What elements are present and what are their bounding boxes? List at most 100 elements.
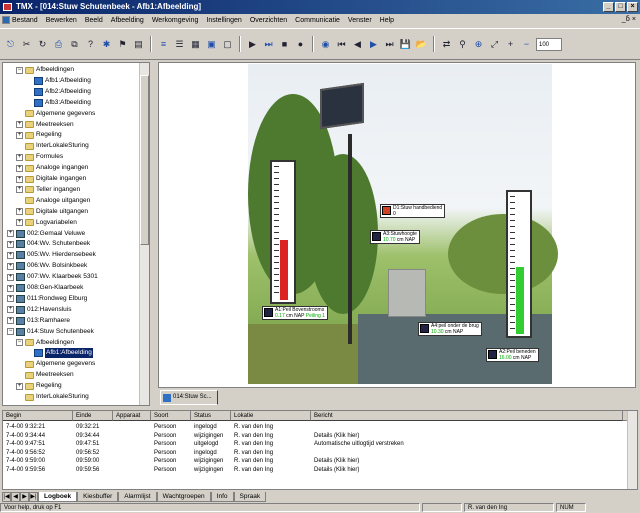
- menu-bestand[interactable]: Bestand: [12, 17, 38, 24]
- tree-item[interactable]: Algemene gegevens: [16, 109, 95, 119]
- table-row[interactable]: 7-4-00 9:34:44 09:34:44 Persoon wijzigingen…: [3, 432, 623, 440]
- help-icon[interactable]: ?: [84, 38, 97, 51]
- tab-logboek[interactable]: Logboek: [38, 492, 78, 502]
- crest-height-label[interactable]: A3:Stuwhoogte 10.70 cm NAP: [370, 230, 420, 244]
- zoom-field[interactable]: 100: [536, 37, 562, 51]
- window-icon[interactable]: ▢: [221, 38, 234, 51]
- tree-item[interactable]: + Teller ingangen: [16, 185, 80, 195]
- menu-communicatie[interactable]: Communicatie: [295, 17, 340, 24]
- tree-item[interactable]: +012:Havensluis: [7, 305, 71, 315]
- collapse-icon[interactable]: −: [16, 339, 23, 346]
- tree-item[interactable]: + Logvariabelen: [16, 218, 77, 228]
- table-row[interactable]: 7-4-00 9:32:21 09:32:21 Persoon ingelogd R. …: [3, 423, 623, 431]
- collapse-icon[interactable]: −: [7, 328, 14, 336]
- tab-scroll-button[interactable]: ▶|: [29, 492, 38, 502]
- next-icon[interactable]: ▶: [367, 38, 380, 51]
- tools-icon[interactable]: ✱: [100, 38, 113, 51]
- tab-scroll-button[interactable]: ◀: [11, 492, 20, 502]
- expand-icon[interactable]: +: [7, 251, 14, 259]
- menu-overzichten[interactable]: Overzichten: [250, 17, 287, 24]
- tree-item[interactable]: +002:Gemaal Veluwe: [7, 229, 85, 239]
- tree-item[interactable]: +006:Wv. Bolsinkbeek: [7, 261, 87, 271]
- first-icon[interactable]: ⏮: [335, 38, 348, 51]
- maximize-button[interactable]: □: [615, 2, 626, 12]
- column-header-einde[interactable]: Einde: [73, 411, 113, 421]
- tree-item[interactable]: +007:Wv. Klaarbeek 5301: [7, 272, 98, 282]
- last-icon[interactable]: ⏭: [383, 38, 396, 51]
- expand-icon[interactable]: +: [16, 208, 23, 216]
- expand-icon[interactable]: +: [16, 382, 23, 390]
- expand-icon[interactable]: +: [7, 306, 14, 314]
- expand-icon[interactable]: +: [16, 131, 23, 139]
- menu-venster[interactable]: Venster: [348, 17, 372, 24]
- tree-item[interactable]: + Digitale ingangen: [16, 174, 86, 184]
- open-icon[interactable]: 📂: [415, 38, 428, 51]
- preview-icon[interactable]: ⧉: [68, 38, 81, 51]
- expand-icon[interactable]: +: [16, 153, 23, 161]
- mdi-window-controls[interactable]: _ẟ ×: [622, 15, 636, 23]
- table-row[interactable]: 7-4-00 9:56:52 09:56:52 Persoon ingelogd R. …: [3, 449, 623, 457]
- zoom-icon[interactable]: ⊕: [472, 38, 485, 51]
- tree-item[interactable]: +013:Ramhaere: [7, 316, 70, 326]
- menu-instellingen[interactable]: Instellingen: [206, 17, 241, 24]
- table-row[interactable]: 7-4-00 9:59:00 09:59:00 Persoon wijzigingen…: [3, 457, 623, 465]
- tree-item[interactable]: − Afbeeldingen: [16, 65, 74, 75]
- expand-icon[interactable]: +: [7, 317, 14, 325]
- tree-item[interactable]: + Regeling: [16, 130, 62, 140]
- tree-item[interactable]: +005:Wv. Hierdensebeek: [7, 250, 96, 260]
- column-header-status[interactable]: Status: [191, 411, 231, 421]
- play-icon[interactable]: ▶: [246, 38, 259, 51]
- expand-icon[interactable]: +: [7, 262, 14, 270]
- expand-icon[interactable]: +: [16, 175, 23, 183]
- expand-icon[interactable]: +: [7, 284, 14, 292]
- tree-item[interactable]: +004:Wv. Schutenbeek: [7, 239, 90, 249]
- minimize-button[interactable]: _: [603, 2, 614, 12]
- expand-icon[interactable]: +: [16, 164, 23, 172]
- stop-icon[interactable]: ■: [278, 38, 291, 51]
- tree-item[interactable]: Afb3:Afbeelding: [25, 98, 91, 108]
- document-tab[interactable]: 014:Stuw Sc...: [160, 390, 218, 405]
- tree-item[interactable]: InterLokaleSturing: [16, 141, 89, 151]
- zoom-out-icon[interactable]: −: [520, 38, 533, 51]
- menu-beeld[interactable]: Beeld: [85, 17, 103, 24]
- tab-info[interactable]: Info: [210, 492, 234, 502]
- page-icon[interactable]: ▤: [132, 38, 145, 51]
- bridge-level-label[interactable]: A4:peil onder de brug 10.30 cm NAP: [418, 322, 482, 336]
- fit-icon[interactable]: ⤢: [488, 38, 501, 51]
- flag-icon[interactable]: ⚑: [116, 38, 129, 51]
- tab-kiesbuffer[interactable]: Kiesbuffer: [77, 492, 119, 502]
- tree-item[interactable]: + Regeling: [16, 381, 62, 391]
- column-header-apparaat[interactable]: Apparaat: [113, 411, 151, 421]
- tree-item[interactable]: + Formules: [16, 152, 63, 162]
- tree-item[interactable]: +011:Rondweg Elburg: [7, 294, 87, 304]
- connect-icon[interactable]: ⇄: [440, 38, 453, 51]
- prev-icon[interactable]: ◀: [351, 38, 364, 51]
- align-icon[interactable]: ≡: [157, 38, 170, 51]
- expand-icon[interactable]: +: [7, 295, 14, 303]
- menu-bewerken[interactable]: Bewerken: [46, 17, 77, 24]
- tab-alarmlijst[interactable]: Alarmlijst: [118, 492, 157, 502]
- zoom-in-icon[interactable]: +: [504, 38, 517, 51]
- tree-item[interactable]: + Meetreeksen: [16, 120, 74, 130]
- tree-item[interactable]: + Digitale uitgangen: [16, 207, 88, 217]
- table-row[interactable]: 7-4-00 9:59:56 09:59:56 Persoon wijzigingen…: [3, 466, 623, 474]
- column-header-lokatie[interactable]: Lokatie: [231, 411, 311, 421]
- record-icon[interactable]: ●: [294, 38, 307, 51]
- column-header-soort[interactable]: Soort: [151, 411, 191, 421]
- expand-icon[interactable]: +: [7, 273, 14, 281]
- expand-icon[interactable]: +: [7, 230, 14, 237]
- tree-item[interactable]: InterLokaleSturing: [16, 392, 89, 402]
- list-icon[interactable]: ☰: [173, 38, 186, 51]
- tree-item[interactable]: Analoge uitgangen: [16, 196, 90, 206]
- close-button[interactable]: ×: [627, 2, 638, 12]
- exit-icon[interactable]: ⎋: [4, 38, 17, 51]
- tree-item[interactable]: Afb1:Afbeelding: [25, 76, 91, 86]
- tab-wachtgroepen[interactable]: Wachtgroepen: [156, 492, 211, 502]
- link-icon[interactable]: ⚲: [456, 38, 469, 51]
- menu-afbeelding[interactable]: Afbeelding: [111, 17, 144, 24]
- upstream-level-label[interactable]: A1:Peil Bovenstrooms 0.17 cm NAP Peiling…: [262, 306, 328, 320]
- step-icon[interactable]: ⏭: [262, 38, 275, 51]
- eye-icon[interactable]: ◉: [319, 38, 332, 51]
- table-row[interactable]: 7-4-00 9:47:51 09:47:51 Persoon uitgelogd R.…: [3, 440, 623, 448]
- tree-item[interactable]: Afb2:Afbeelding: [25, 87, 91, 97]
